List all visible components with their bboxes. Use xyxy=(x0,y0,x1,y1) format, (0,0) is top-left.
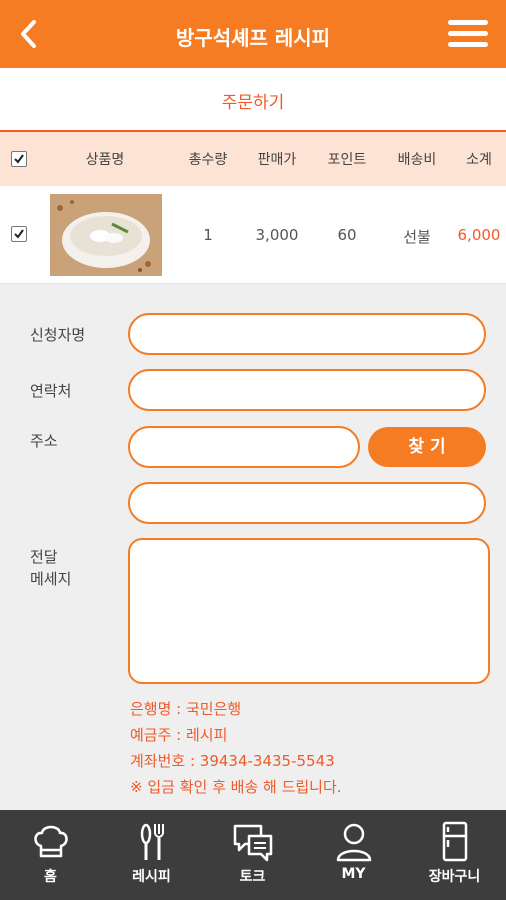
fridge-icon xyxy=(433,820,477,864)
zipcode-input[interactable] xyxy=(128,426,360,468)
row-quantity: 1 xyxy=(203,226,213,244)
chat-bubbles-icon xyxy=(231,820,275,864)
table-header: 상품명 총수량 판매가 포인트 배송비 소계 xyxy=(0,132,506,186)
row-points: 60 xyxy=(337,226,357,244)
contact-input[interactable] xyxy=(128,369,486,411)
chef-hat-icon xyxy=(29,820,73,864)
message-label-line2: 메세지 xyxy=(30,570,72,588)
order-form: 신청자명 연락처 주소 찾 기 전달 메세지 은행명 : 국민은행 예금주 : … xyxy=(0,284,506,810)
col-product: 상품명 xyxy=(85,152,125,168)
hamburger-menu-icon[interactable] xyxy=(448,20,488,48)
col-price: 판매가 xyxy=(257,152,297,168)
select-all-checkbox[interactable] xyxy=(11,151,27,167)
product-image[interactable] xyxy=(50,194,162,276)
name-label: 신청자명 xyxy=(30,326,86,344)
contact-label: 연락처 xyxy=(30,382,72,400)
order-subheader: 주문하기 xyxy=(0,68,506,132)
tab-my-label: MY xyxy=(341,866,366,882)
top-app-bar: 방구석셰프 레시피 xyxy=(0,0,506,68)
table-row: 1 3,000 60 선불 6,000 xyxy=(0,186,506,284)
col-shipping: 배송비 xyxy=(397,152,437,168)
utensils-icon xyxy=(130,820,174,864)
tab-cart-label: 장바구니 xyxy=(428,869,481,885)
row-checkbox[interactable] xyxy=(11,226,27,242)
tab-home-label: 홈 xyxy=(44,869,57,885)
page-title: 방구석셰프 레시피 xyxy=(175,26,331,50)
find-address-button[interactable]: 찾 기 xyxy=(368,427,486,467)
tab-home[interactable]: 홈 xyxy=(0,810,101,900)
order-title: 주문하기 xyxy=(221,93,285,113)
depositor-text: 예금주 : 레시피 xyxy=(130,726,228,744)
tab-talk-label: 토크 xyxy=(239,869,266,885)
user-icon xyxy=(332,820,376,864)
tab-talk[interactable]: 토크 xyxy=(202,810,303,900)
row-shipping: 선불 xyxy=(403,228,431,246)
address-label: 주소 xyxy=(30,432,58,450)
message-textarea[interactable] xyxy=(128,538,490,684)
row-price: 3,000 xyxy=(255,226,299,244)
tab-cart[interactable]: 장바구니 xyxy=(404,810,505,900)
tab-recipe[interactable]: 레시피 xyxy=(101,810,202,900)
row-subtotal: 6,000 xyxy=(457,226,501,244)
tab-recipe-label: 레시피 xyxy=(132,869,171,885)
message-label-line1: 전달 xyxy=(30,548,58,566)
tab-my[interactable]: MY xyxy=(303,810,404,900)
bottom-tab-bar: 홈 레시피 토크 MY 장바구니 xyxy=(0,810,506,900)
address-detail-input[interactable] xyxy=(128,482,486,524)
name-input[interactable] xyxy=(128,313,486,355)
bank-name-text: 은행명 : 국민은행 xyxy=(130,700,242,718)
deposit-notice-text: ※ 입금 확인 후 배송 해 드립니다. xyxy=(130,778,342,796)
col-quantity: 총수량 xyxy=(188,152,228,168)
account-number-text: 계좌번호 : 39434-3435-5543 xyxy=(130,752,335,770)
col-points: 포인트 xyxy=(327,152,367,168)
col-subtotal: 소계 xyxy=(466,152,492,168)
